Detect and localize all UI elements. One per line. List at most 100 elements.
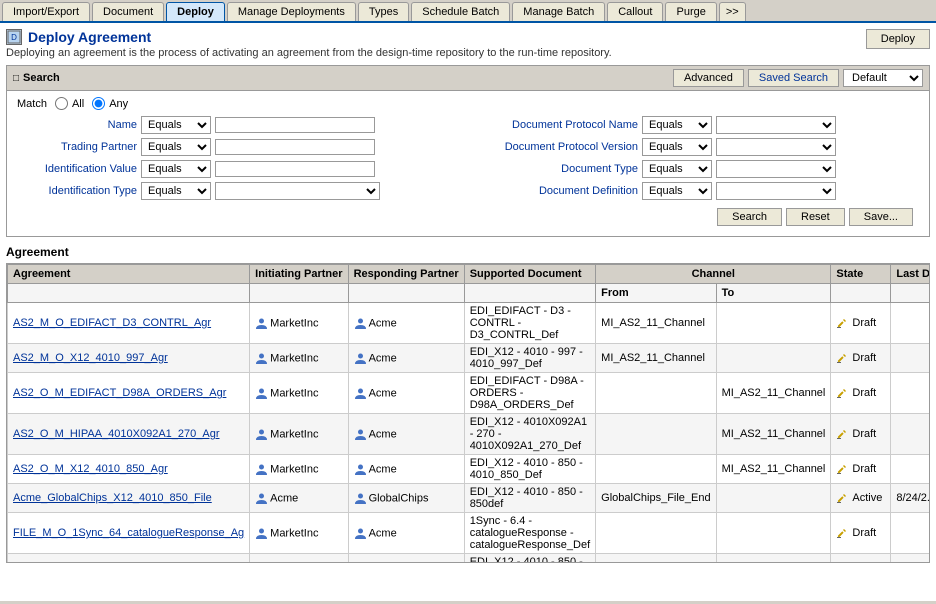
cell-channel-to: MI_AS2_11_Channel	[716, 414, 831, 455]
table-row: FILE_M_O_1Sync_64_catalogueResponse_Ag M…	[8, 513, 931, 554]
cell-last-deployed	[891, 344, 930, 373]
agreement-link[interactable]: FILE_M_O_1Sync_64_catalogueResponse_Ag	[13, 527, 244, 539]
agreement-link[interactable]: AS2_M_O_X12_4010_997_Agr	[13, 352, 168, 364]
advanced-button[interactable]: Advanced	[673, 69, 744, 87]
agreement-link[interactable]: AS2_M_O_EDIFACT_D3_CONTRL_Agr	[13, 317, 211, 329]
agreement-link[interactable]: Acme_GlobalChips_X12_4010_850_File	[13, 492, 212, 504]
state-badge: Active	[849, 492, 885, 504]
identification-type-label: Identification Type	[17, 185, 137, 197]
page-header-left: D Deploy Agreement Deploying an agreemen…	[6, 29, 612, 59]
saved-search-select[interactable]: Default	[843, 69, 923, 87]
identification-value-input[interactable]	[215, 161, 375, 177]
search-right-col: Document Protocol Name Equals Document P…	[478, 116, 919, 204]
match-all-radio[interactable]	[55, 97, 68, 110]
cell-initiating: MarketInc	[250, 344, 348, 373]
search-actions: Search Reset Save...	[17, 204, 919, 230]
document-definition-input[interactable]	[716, 182, 836, 200]
document-type-input[interactable]	[716, 160, 836, 178]
cell-agreement: AS2_O_M_EDIFACT_D98A_ORDERS_Agr	[8, 373, 250, 414]
cell-agreement: AS2_M_O_EDIFACT_D3_CONTRL_Agr	[8, 303, 250, 344]
identification-type-input[interactable]	[215, 182, 380, 200]
cell-last-deployed	[891, 455, 930, 484]
deploy-button[interactable]: Deploy	[866, 29, 930, 49]
table-row: FILE_M_O_AQ_Agr MarketInc Acme EDI_X12 -…	[8, 554, 931, 564]
doc-protocol-name-input[interactable]	[716, 116, 836, 134]
cell-last-deployed	[891, 554, 930, 564]
cell-channel-to: MI_AS2_11_Channel	[716, 373, 831, 414]
table-row: AS2_O_M_HIPAA_4010X092A1_270_Agr MarketI…	[8, 414, 931, 455]
identification-value-operator[interactable]: Equals	[141, 160, 211, 178]
table-subheader-row: From To	[8, 284, 931, 303]
match-all-label[interactable]: All	[55, 97, 84, 110]
document-type-operator[interactable]: Equals	[642, 160, 712, 178]
agreement-link[interactable]: AS2_O_M_HIPAA_4010X092A1_270_Agr	[13, 428, 220, 440]
match-any-radio[interactable]	[92, 97, 105, 110]
identification-type-operator[interactable]: Equals	[141, 182, 211, 200]
tab-deploy[interactable]: Deploy	[166, 2, 225, 21]
agreement-link[interactable]: AS2_O_M_X12_4010_850_Agr	[13, 463, 168, 475]
tab-callout[interactable]: Callout	[607, 2, 663, 21]
subheader-initiating	[250, 284, 348, 303]
match-label: Match	[17, 98, 47, 110]
cell-last-deployed	[891, 513, 930, 554]
cell-channel-from: MI_AS2_11_Channel	[596, 344, 716, 373]
cell-responding: Acme	[348, 373, 464, 414]
cell-agreement: Acme_GlobalChips_X12_4010_850_File	[8, 484, 250, 513]
match-any-label[interactable]: Any	[92, 97, 128, 110]
cell-responding: Acme	[348, 344, 464, 373]
cell-state: Draft	[831, 554, 891, 564]
doc-protocol-version-input[interactable]	[716, 138, 836, 156]
search-toggle[interactable]: □	[13, 73, 19, 84]
tab-document[interactable]: Document	[92, 2, 164, 21]
reset-button[interactable]: Reset	[786, 208, 845, 226]
doc-protocol-name-operator[interactable]: Equals	[642, 116, 712, 134]
tab-purge[interactable]: Purge	[665, 2, 716, 21]
tab-bar: Import/Export Document Deploy Manage Dep…	[0, 0, 936, 23]
cell-supported-doc: 1Sync - 6.4 - catalogueResponse - catalo…	[464, 513, 595, 554]
page-subtitle: Deploying an agreement is the process of…	[6, 47, 612, 59]
search-body: Match All Any Name Equals	[7, 91, 929, 236]
saved-search-button[interactable]: Saved Search	[748, 69, 839, 87]
trading-partner-operator[interactable]: Equals	[141, 138, 211, 156]
cell-state: Draft	[831, 303, 891, 344]
state-badge: Draft	[849, 428, 879, 440]
subheader-supported	[464, 284, 595, 303]
tab-types[interactable]: Types	[358, 2, 409, 21]
doc-protocol-version-operator[interactable]: Equals	[642, 138, 712, 156]
cell-agreement: FILE_M_O_AQ_Agr	[8, 554, 250, 564]
cell-last-deployed: 8/24/2...	[891, 484, 930, 513]
tab-more[interactable]: >>	[719, 2, 746, 21]
cell-responding: Acme	[348, 455, 464, 484]
cell-initiating: MarketInc	[250, 513, 348, 554]
search-form-grid: Name Equals Trading Partner Equals	[17, 116, 919, 204]
tab-manage-batch[interactable]: Manage Batch	[512, 2, 605, 21]
doc-protocol-version-row: Document Protocol Version Equals	[478, 138, 919, 156]
cell-last-deployed	[891, 373, 930, 414]
search-button[interactable]: Search	[717, 208, 782, 226]
cell-state: Draft	[831, 344, 891, 373]
document-definition-operator[interactable]: Equals	[642, 182, 712, 200]
trading-partner-label: Trading Partner	[17, 141, 137, 153]
search-title: Search	[23, 72, 60, 84]
col-channel: Channel	[596, 265, 831, 284]
search-left-col: Name Equals Trading Partner Equals	[17, 116, 458, 204]
agreement-link[interactable]: AS2_O_M_EDIFACT_D98A_ORDERS_Agr	[13, 387, 226, 399]
save-button[interactable]: Save...	[849, 208, 913, 226]
trading-partner-row: Trading Partner Equals	[17, 138, 458, 156]
subheader-channel-from: From	[596, 284, 716, 303]
tab-import-export[interactable]: Import/Export	[2, 2, 90, 21]
search-header: □ Search Advanced Saved Search Default	[7, 66, 929, 91]
subheader-state	[831, 284, 891, 303]
tab-schedule-batch[interactable]: Schedule Batch	[411, 2, 510, 21]
name-input[interactable]	[215, 117, 375, 133]
tab-manage-deployments[interactable]: Manage Deployments	[227, 2, 356, 21]
trading-partner-input[interactable]	[215, 139, 375, 155]
table-row: AS2_O_M_EDIFACT_D98A_ORDERS_Agr MarketIn…	[8, 373, 931, 414]
col-responding-partner: Responding Partner	[348, 265, 464, 284]
agreement-table-wrapper[interactable]: Agreement Initiating Partner Responding …	[6, 263, 930, 563]
agreement-link[interactable]: FILE_M_O_AQ_Agr	[13, 562, 111, 563]
name-operator[interactable]: Equals	[141, 116, 211, 134]
cell-responding: Acme	[348, 303, 464, 344]
cell-responding: Acme	[348, 554, 464, 564]
state-badge: Draft	[849, 527, 879, 539]
